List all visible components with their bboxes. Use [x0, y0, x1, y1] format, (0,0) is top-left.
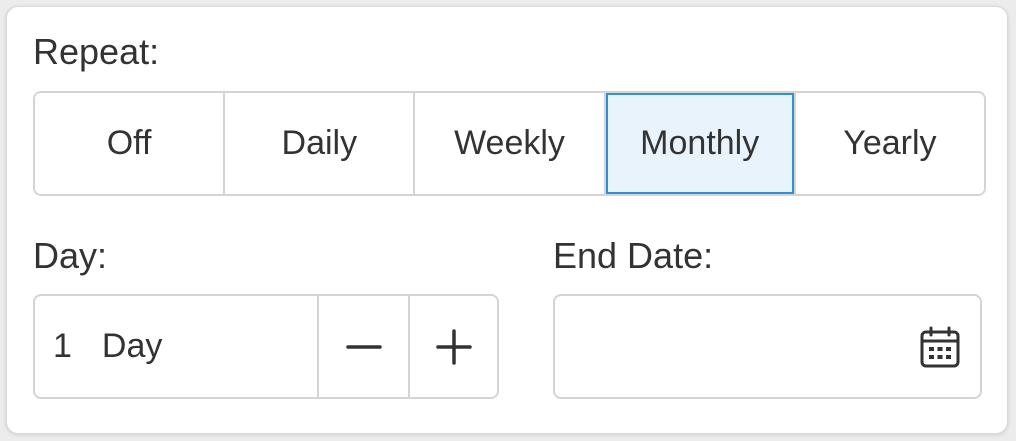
minus-icon — [346, 344, 382, 349]
repeat-option-daily[interactable]: Daily — [225, 93, 416, 194]
day-unit: Day — [101, 327, 163, 365]
repeat-option-yearly[interactable]: Yearly — [795, 93, 984, 194]
decrement-button[interactable] — [319, 296, 408, 397]
repeat-option-monthly[interactable]: Monthly — [605, 93, 796, 194]
repeat-option-off[interactable]: Off — [35, 93, 226, 194]
repeat-label: Repeat: — [33, 31, 160, 72]
repeat-segmented-control: Off Daily Weekly Monthly Yearly — [33, 91, 986, 196]
plus-icon — [435, 328, 472, 365]
day-value: 1 — [53, 327, 72, 365]
end-date-input[interactable] — [553, 294, 982, 399]
end-date-label: End Date: — [553, 235, 714, 276]
repeat-option-weekly[interactable]: Weekly — [415, 93, 606, 194]
day-input[interactable]: 1 Day — [35, 296, 320, 397]
day-label: Day: — [33, 235, 108, 276]
day-stepper: 1 Day — [33, 294, 499, 399]
increment-button[interactable] — [408, 296, 497, 397]
calendar-icon[interactable] — [920, 326, 960, 368]
